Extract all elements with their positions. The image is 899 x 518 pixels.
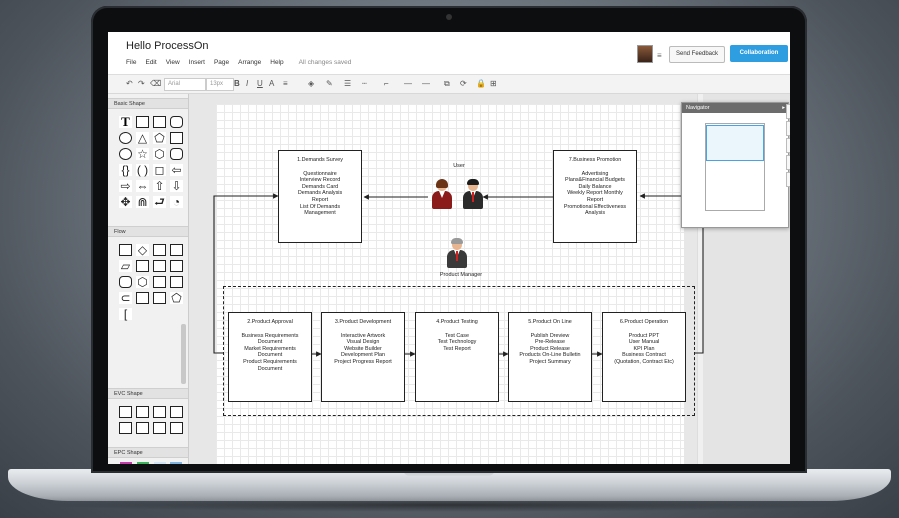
- navigator-viewport[interactable]: [706, 125, 764, 161]
- user-label: User: [453, 163, 465, 169]
- node-body: Interactive Artwork Visual Design Website …: [334, 332, 392, 365]
- male-user-avatar[interactable]: [462, 179, 484, 210]
- female-user-avatar[interactable]: [431, 179, 453, 210]
- node-title: 7.Business Promotion: [568, 157, 622, 163]
- app-screen: Hello ProcessOn File Edit View Insert Pa…: [108, 32, 790, 464]
- node-demands-survey[interactable]: 1.Demands Survey Questionnaire Interview …: [278, 150, 362, 243]
- node-product-operation[interactable]: 6.Product Operation Product PPT User Manu…: [602, 312, 686, 402]
- node-body: Test Case Test Technology Test Report: [437, 332, 477, 352]
- node-body: Business Requirements Document Market Requ…: [241, 332, 299, 372]
- product-manager-label: Product Manager: [439, 272, 483, 278]
- node-body: Product PPT User Manual KPI Plan Business C…: [614, 332, 674, 365]
- avatar-tie: [472, 192, 474, 202]
- collapse-icon[interactable]: ▸: [782, 103, 785, 113]
- laptop-bezel: Hello ProcessOn File Edit View Insert Pa…: [91, 6, 807, 473]
- node-body: Publish Dreview Pre-Release Product Releas…: [519, 332, 581, 365]
- node-title: 4.Product Testing: [436, 319, 478, 325]
- node-product-online[interactable]: 5.Product On Line Publish Dreview Pre-Rel…: [508, 312, 592, 402]
- navigator-header[interactable]: Navigator ▸: [682, 103, 788, 113]
- node-title: 2.Product Approval: [247, 319, 293, 325]
- node-product-development[interactable]: 3.Product Development Interactive Artwor…: [321, 312, 405, 402]
- node-product-testing[interactable]: 4.Product Testing Test Case Test Technolo…: [415, 312, 499, 402]
- node-business-promotion[interactable]: 7.Business Promotion Advertising Plans&Fi…: [553, 150, 637, 243]
- navigator-tool-icon[interactable]: ✦: [786, 104, 790, 119]
- node-body: Advertising Plans&Financial Budgets Daily …: [563, 170, 627, 217]
- node-body: Questionnaire Interview Record Demands Car…: [297, 170, 343, 217]
- avatar-tie: [456, 251, 458, 261]
- avatar-hair: [451, 238, 463, 244]
- navigator-title: Navigator: [686, 105, 710, 111]
- node-title: 6.Product Operation: [619, 319, 669, 325]
- node-title: 5.Product On Line: [528, 319, 572, 325]
- laptop-base: [8, 469, 891, 501]
- camera-icon: [446, 14, 452, 20]
- node-title: 1.Demands Survey: [297, 157, 343, 163]
- navigator-panel[interactable]: Navigator ▸ ✦ ▤ ⎘ ☰ ▯: [681, 102, 790, 228]
- attributes-icon[interactable]: ⎘: [786, 138, 790, 153]
- avatar-hair: [467, 179, 479, 185]
- data-icon[interactable]: ☰: [786, 155, 790, 170]
- node-title: 3.Product Development: [334, 319, 392, 325]
- node-product-approval[interactable]: 2.Product Approval Business Requirements…: [228, 312, 312, 402]
- product-manager-avatar[interactable]: [446, 238, 468, 269]
- page-icon[interactable]: ▯: [786, 172, 790, 187]
- format-panel-icon[interactable]: ▤: [786, 121, 790, 136]
- avatar-hair: [436, 179, 448, 188]
